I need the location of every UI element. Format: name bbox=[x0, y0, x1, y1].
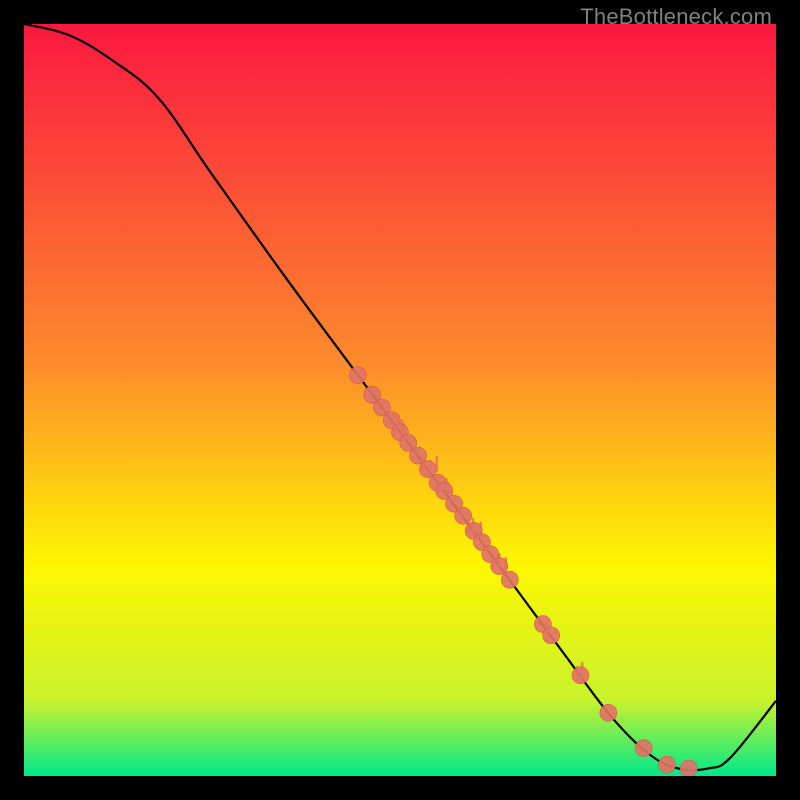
plot-area bbox=[24, 24, 776, 776]
data-point bbox=[572, 667, 589, 684]
data-point bbox=[658, 756, 675, 773]
data-point bbox=[680, 760, 697, 776]
watermark-text: TheBottleneck.com bbox=[580, 4, 772, 30]
chart-frame: { "watermark": "TheBottleneck.com", "col… bbox=[0, 0, 800, 800]
data-point bbox=[455, 507, 472, 524]
data-point bbox=[491, 558, 508, 575]
gradient-background bbox=[24, 24, 776, 776]
data-point bbox=[349, 367, 366, 384]
data-point bbox=[501, 571, 518, 588]
data-point bbox=[543, 627, 560, 644]
chart-svg bbox=[24, 24, 776, 776]
data-point bbox=[635, 740, 652, 757]
data-point bbox=[600, 704, 617, 721]
